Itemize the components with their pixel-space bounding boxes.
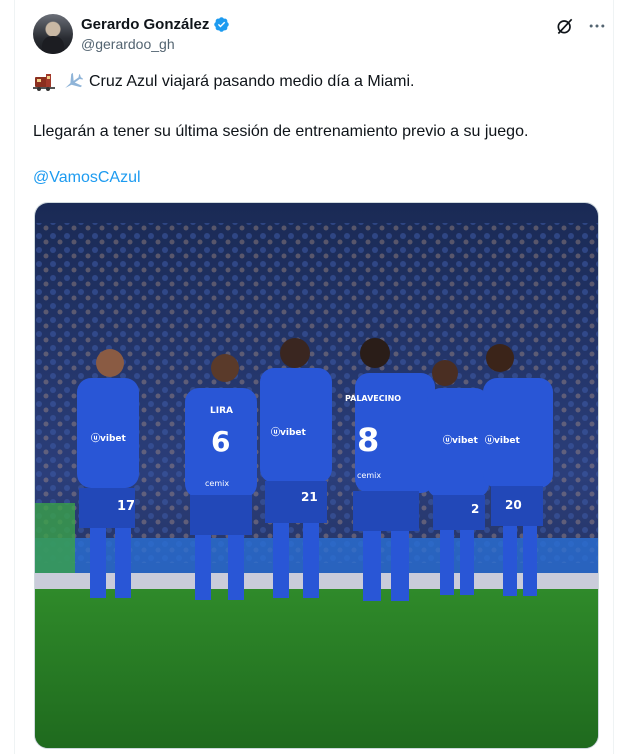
tweet-card: Gerardo González @gerardoo_gh Cruz Azul … [14, 0, 614, 754]
grok-icon[interactable] [555, 16, 575, 36]
author-handle[interactable]: @gerardoo_gh [81, 36, 175, 52]
tweet-text-1: Cruz Azul viajará pasando medio día a Mi… [89, 73, 415, 90]
svg-text:ⓤvibet: ⓤvibet [485, 434, 520, 446]
svg-text:2: 2 [471, 502, 479, 516]
more-options-icon[interactable] [587, 16, 607, 36]
mention-link[interactable]: @VamosCAzul [33, 168, 141, 188]
avatar[interactable] [33, 14, 73, 54]
team-celebration-photo: 17 ⓤvibet LIRA 6 cemix ⓤvibet 21 PALAVEC… [35, 203, 598, 748]
tweet-header: Gerardo González @gerardoo_gh [33, 14, 605, 56]
verified-badge-icon [214, 17, 230, 32]
airplane-icon [65, 72, 83, 88]
svg-text:cemix: cemix [357, 471, 381, 480]
train-icon [33, 74, 55, 91]
svg-text:8: 8 [357, 421, 379, 459]
svg-text:17: 17 [117, 499, 135, 514]
svg-text:ⓤvibet: ⓤvibet [443, 434, 478, 446]
svg-text:21: 21 [301, 490, 318, 504]
tweet-media-photo[interactable]: 17 ⓤvibet LIRA 6 cemix ⓤvibet 21 PALAVEC… [34, 202, 599, 749]
svg-text:6: 6 [211, 425, 230, 458]
tweet-text-line-1: Cruz Azul viajará pasando medio día a Mi… [33, 72, 415, 92]
svg-text:PALAVECINO: PALAVECINO [345, 394, 401, 403]
svg-text:LIRA: LIRA [210, 406, 233, 416]
svg-text:ⓤvibet: ⓤvibet [91, 432, 126, 444]
svg-text:cemix: cemix [205, 479, 229, 488]
svg-text:ⓤvibet: ⓤvibet [271, 426, 306, 438]
author-name-row: Gerardo González [81, 16, 230, 33]
author-display-name[interactable]: Gerardo González [81, 16, 209, 33]
tweet-text-line-2: Llegarán a tener su última sesión de ent… [33, 123, 529, 140]
svg-text:20: 20 [505, 498, 522, 512]
